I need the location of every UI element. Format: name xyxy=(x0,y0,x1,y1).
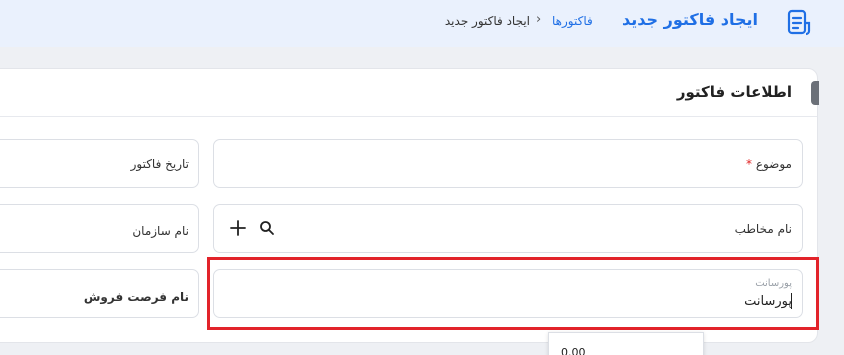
highlight-box xyxy=(207,257,819,330)
opportunity-name-label: نام فرصت فروش xyxy=(83,290,189,304)
dropdown-value[interactable]: 0.00 xyxy=(561,346,586,355)
contact-name-field[interactable] xyxy=(213,204,803,253)
card-divider xyxy=(0,116,817,117)
amount-dropdown[interactable]: 0.00 xyxy=(548,332,704,355)
page-title: ایجاد فاکتور جدید xyxy=(622,10,758,29)
contact-name-label: نام مخاطب xyxy=(734,222,792,236)
card-accent-bar xyxy=(811,81,819,105)
card-title: اطلاعات فاکتور xyxy=(676,83,792,101)
breadcrumb-current: ایجاد فاکتور جدید xyxy=(444,14,530,28)
required-mark: * xyxy=(745,157,752,171)
add-icon[interactable] xyxy=(229,219,247,237)
invoice-icon xyxy=(787,9,811,36)
breadcrumb-invoices-link[interactable]: فاکتورها xyxy=(552,14,593,28)
search-icon[interactable] xyxy=(259,220,275,236)
breadcrumb-separator: › xyxy=(536,12,542,27)
subject-field[interactable] xyxy=(213,139,803,188)
page-header: ایجاد فاکتور جدید فاکتورها › ایجاد فاکتو… xyxy=(0,0,844,47)
invoice-date-label: تاریخ فاکتور xyxy=(130,157,189,171)
subject-label: موضوع * xyxy=(745,157,792,171)
organization-name-label: نام سازمان xyxy=(132,224,189,238)
